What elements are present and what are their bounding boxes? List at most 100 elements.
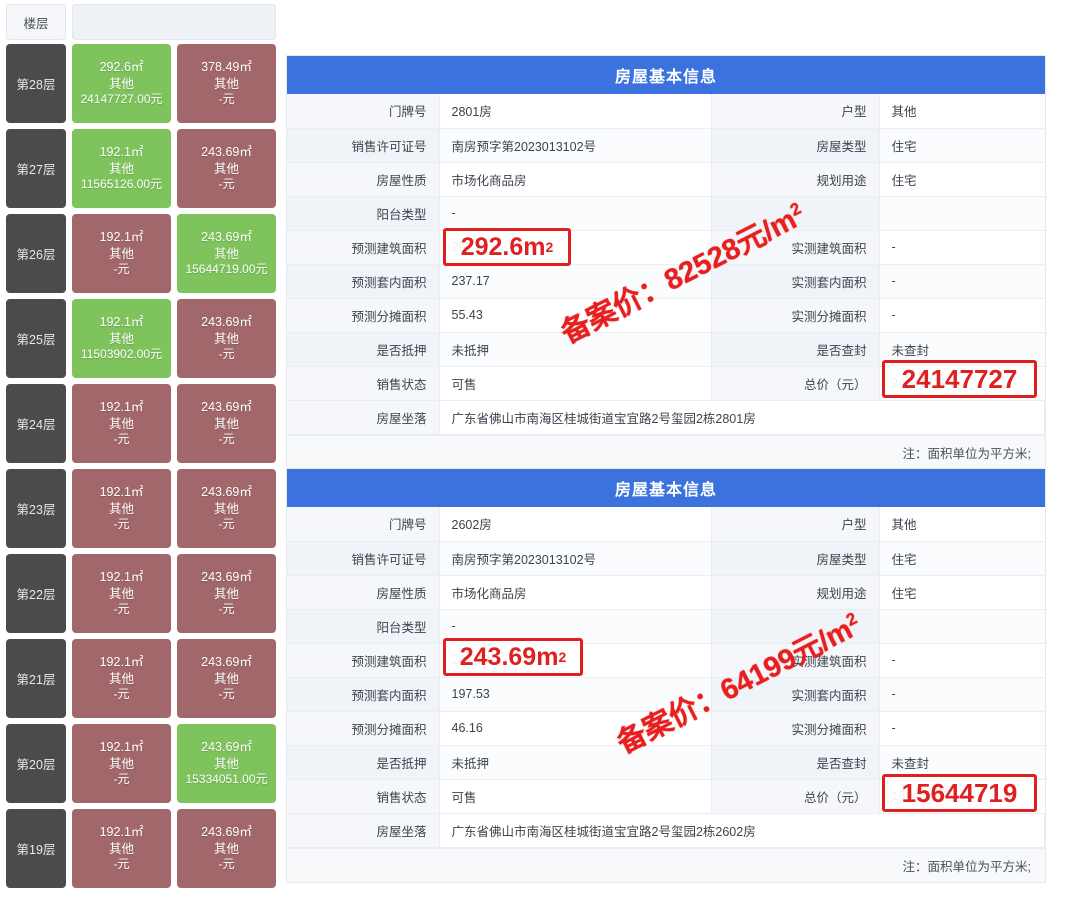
row-value-right [878,609,1045,644]
floor-number-cell[interactable]: 第21层 [6,639,66,718]
unit-price: -元 [218,602,235,617]
floor-row: 第27层 192.1㎡ 其他 11565126.00元 243.69㎡ 其他 -元 [0,129,282,208]
row-label-left: 房屋性质 [287,575,439,610]
row-label-left: 预测套内面积 [287,264,439,299]
row-label-left: 房屋性质 [287,162,439,197]
unit-cell[interactable]: 243.69㎡ 其他 -元 [177,554,276,633]
row-label-right: 实测分摊面积 [711,711,879,746]
row-value-right: 住宅 [878,128,1045,163]
unit-cell[interactable]: 192.1㎡ 其他 11565126.00元 [72,129,171,208]
unit-cell[interactable]: 243.69㎡ 其他 -元 [177,384,276,463]
floor-number-cell[interactable]: 第24层 [6,384,66,463]
unit-cell[interactable]: 243.69㎡ 其他 -元 [177,129,276,208]
floor-row: 第22层 192.1㎡ 其他 -元 243.69㎡ 其他 -元 [0,554,282,633]
unit-cell[interactable]: 243.69㎡ 其他 -元 [177,469,276,548]
table-row: 销售许可证号 南房预字第2023013102号 房屋类型 住宅 [287,541,1045,576]
table-row: 门牌号 2602房 户型 其他 [287,507,1045,542]
floor-number-cell[interactable]: 第27层 [6,129,66,208]
unit-area: 192.1㎡ [99,740,144,755]
floor-number-cell[interactable]: 第23层 [6,469,66,548]
floor-number-cell[interactable]: 第19层 [6,809,66,888]
row-label-right: 户型 [711,507,879,542]
unit-cell[interactable]: 192.1㎡ 其他 -元 [72,384,171,463]
table-row: 房屋性质 市场化商品房 规划用途 住宅 [287,575,1045,610]
row-value-left: 南房预字第2023013102号 [438,541,712,576]
row-label-left: 预测套内面积 [287,677,439,712]
row-label-left: 销售状态 [287,366,439,401]
unit-cell[interactable]: 192.1㎡ 其他 -元 [72,639,171,718]
unit-type: 其他 [213,501,239,516]
unit-type: 其他 [213,756,239,771]
unit-type: 其他 [213,586,239,601]
row-value-right: 住宅 [878,162,1045,197]
row-label-left: 预测分摊面积 [287,711,439,746]
unit-price: 15334051.00元 [185,772,268,787]
floor-row: 第24层 192.1㎡ 其他 -元 243.69㎡ 其他 -元 [0,384,282,463]
unit-cell[interactable]: 192.1㎡ 其他 -元 [72,809,171,888]
row-value-right: - [878,298,1045,333]
unit-price: 24147727.00元 [80,92,163,107]
unit-type: 其他 [108,501,134,516]
unit-cell[interactable]: 192.1㎡ 其他 11503902.00元 [72,299,171,378]
unit-cell[interactable]: 378.49㎡ 其他 -元 [177,44,276,123]
floor-number-cell[interactable]: 第22层 [6,554,66,633]
house-info-tables-area: 房屋基本信息 门牌号 2801房 户型 其他 销售许可证号 南房预字第2023013102… [286,0,1080,903]
unit-price: -元 [113,262,130,277]
highlight-area-text: 243.69m [459,642,559,671]
row-label-right: 是否查封 [711,745,879,780]
floor-number-cell[interactable]: 第28层 [6,44,66,123]
unit-cell[interactable]: 192.1㎡ 其他 -元 [72,214,171,293]
row-label-right: 实测分摊面积 [711,298,879,333]
row-label-left: 门牌号 [287,507,439,542]
unit-area: 192.1㎡ [99,145,144,160]
unit-cell[interactable]: 292.6㎡ 其他 24147727.00元 [72,44,171,123]
floor-number-cell[interactable]: 第20层 [6,724,66,803]
row-label-left: 销售许可证号 [287,128,439,163]
unit-type: 其他 [213,161,239,176]
unit-cell[interactable]: 192.1㎡ 其他 -元 [72,554,171,633]
table-row: 房屋性质 市场化商品房 规划用途 住宅 [287,162,1045,197]
unit-cell[interactable]: 243.69㎡ 其他 -元 [177,639,276,718]
highlight-price-text: 15644719 [901,777,1018,808]
table-row-address: 房屋坐落 广东省佛山市南海区桂城街道宝宜路2号玺园2栋2602房 [287,813,1045,848]
floor-row: 第19层 192.1㎡ 其他 -元 243.69㎡ 其他 -元 [0,809,282,888]
highlight-price-text: 24147727 [901,363,1018,394]
row-label-right: 总价（元） [711,779,879,814]
unit-area: 192.1㎡ [99,230,144,245]
unit-area: 192.1㎡ [99,315,144,330]
unit-type: 其他 [213,841,239,856]
unit-type: 其他 [108,161,134,176]
unit-type: 其他 [108,76,134,91]
row-value-right: 住宅 [878,541,1045,576]
unit-area: 192.1㎡ [99,655,144,670]
unit-area: 243.69㎡ [201,230,252,245]
card-title: 房屋基本信息 [287,469,1045,507]
unit-cell[interactable]: 192.1㎡ 其他 -元 [72,469,171,548]
row-label-right: 规划用途 [711,575,879,610]
unit-type: 其他 [108,841,134,856]
unit-cell[interactable]: 192.1㎡ 其他 -元 [72,724,171,803]
row-value-left: 市场化商品房 [438,162,712,197]
row-label-left: 预测分摊面积 [287,298,439,333]
unit-area: 243.69㎡ [201,400,252,415]
unit-cell[interactable]: 243.69㎡ 其他 15334051.00元 [177,724,276,803]
floor-number-cell[interactable]: 第25层 [6,299,66,378]
row-value-right [878,196,1045,231]
unit-cell[interactable]: 243.69㎡ 其他 15644719.00元 [177,214,276,293]
floor-number-cell[interactable]: 第26层 [6,214,66,293]
floor-rows-container: 第28层 292.6㎡ 其他 24147727.00元 378.49㎡ 其他 -元 第27层 1… [0,44,282,888]
house-info-card: 房屋基本信息 门牌号 2602房 户型 其他 销售许可证号 南房预字第2023013102… [286,468,1046,883]
row-value-left: 未抵押 [438,745,712,780]
address-label: 房屋坐落 [287,813,439,848]
page-root: 楼层 第28层 292.6㎡ 其他 24147727.00元 378.49㎡ 其他 -元 第2… [0,0,1080,903]
unit-price: 11503902.00元 [80,347,163,362]
unit-type: 其他 [108,586,134,601]
unit-price: -元 [218,92,235,107]
floor-row: 第21层 192.1㎡ 其他 -元 243.69㎡ 其他 -元 [0,639,282,718]
unit-area: 243.69㎡ [201,655,252,670]
unit-cell[interactable]: 243.69㎡ 其他 -元 [177,809,276,888]
row-label-left: 销售许可证号 [287,541,439,576]
unit-cell[interactable]: 243.69㎡ 其他 -元 [177,299,276,378]
unit-price: -元 [113,517,130,532]
card-note: 注：面积单位为平方米; [287,434,1045,469]
